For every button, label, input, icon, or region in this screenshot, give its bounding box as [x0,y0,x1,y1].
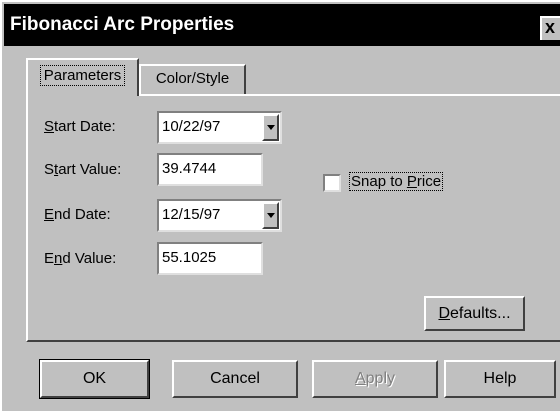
tab-color-style-label: Color/Style [155,70,230,87]
tab-parameters[interactable]: Parameters [26,58,139,96]
ok-button[interactable]: OK [39,359,150,399]
close-icon: x [545,17,556,37]
title-bar: Fibonacci Arc Properties x [4,4,560,46]
cancel-button[interactable]: Cancel [172,360,298,398]
apply-button[interactable]: Apply [312,360,438,398]
properties-dialog: Fibonacci Arc Properties x Parameters Co… [0,0,560,411]
tab-join [28,94,137,98]
window-title: Fibonacci Arc Properties [10,14,235,35]
close-button[interactable]: x [540,16,560,40]
tab-parameters-label: Parameters [39,65,126,86]
help-button[interactable]: Help [444,360,556,398]
tab-color-style[interactable]: Color/Style [139,64,246,94]
parameters-panel [26,94,560,342]
